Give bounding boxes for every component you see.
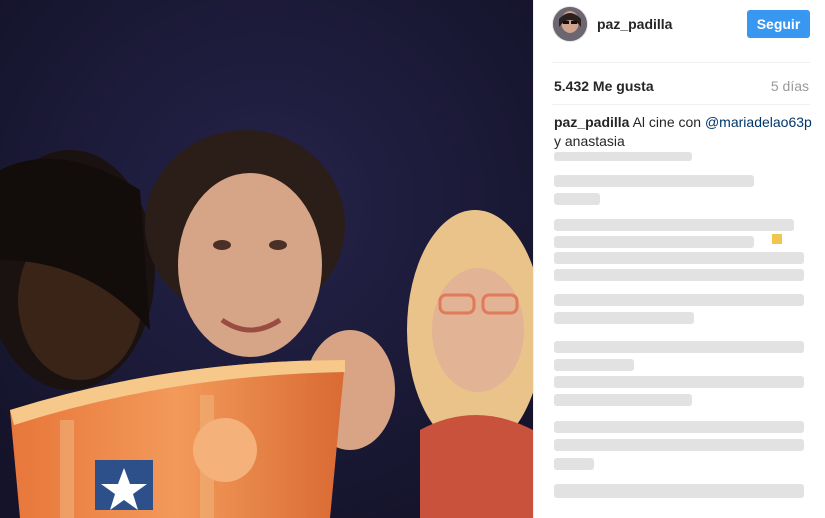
caption-mention[interactable]: @mariadelao63p [705,114,812,130]
avatar-image [553,7,587,41]
post-caption: paz_padilla Al cine con @mariadelao63p y… [554,113,814,151]
avatar[interactable] [552,6,588,42]
blurred-comments [552,148,816,518]
meta-divider [552,104,810,105]
username-link[interactable]: paz_padilla [597,16,672,32]
post-sidebar: paz_padilla Seguir 5.432 Me gusta 5 días… [533,0,825,518]
post-photo[interactable] [0,0,533,518]
caption-text-end: y anastasia [554,133,625,149]
caption-text: Al cine con [632,114,702,130]
likes-count[interactable]: 5.432 Me gusta [554,78,654,94]
header-divider [552,62,810,63]
follow-button[interactable]: Seguir [747,10,810,38]
post-time[interactable]: 5 días [771,78,809,94]
post-header: paz_padilla Seguir [534,0,825,50]
post-photo-image [0,0,533,518]
blurred-comments-image [554,152,804,498]
caption-username[interactable]: paz_padilla [554,114,629,130]
